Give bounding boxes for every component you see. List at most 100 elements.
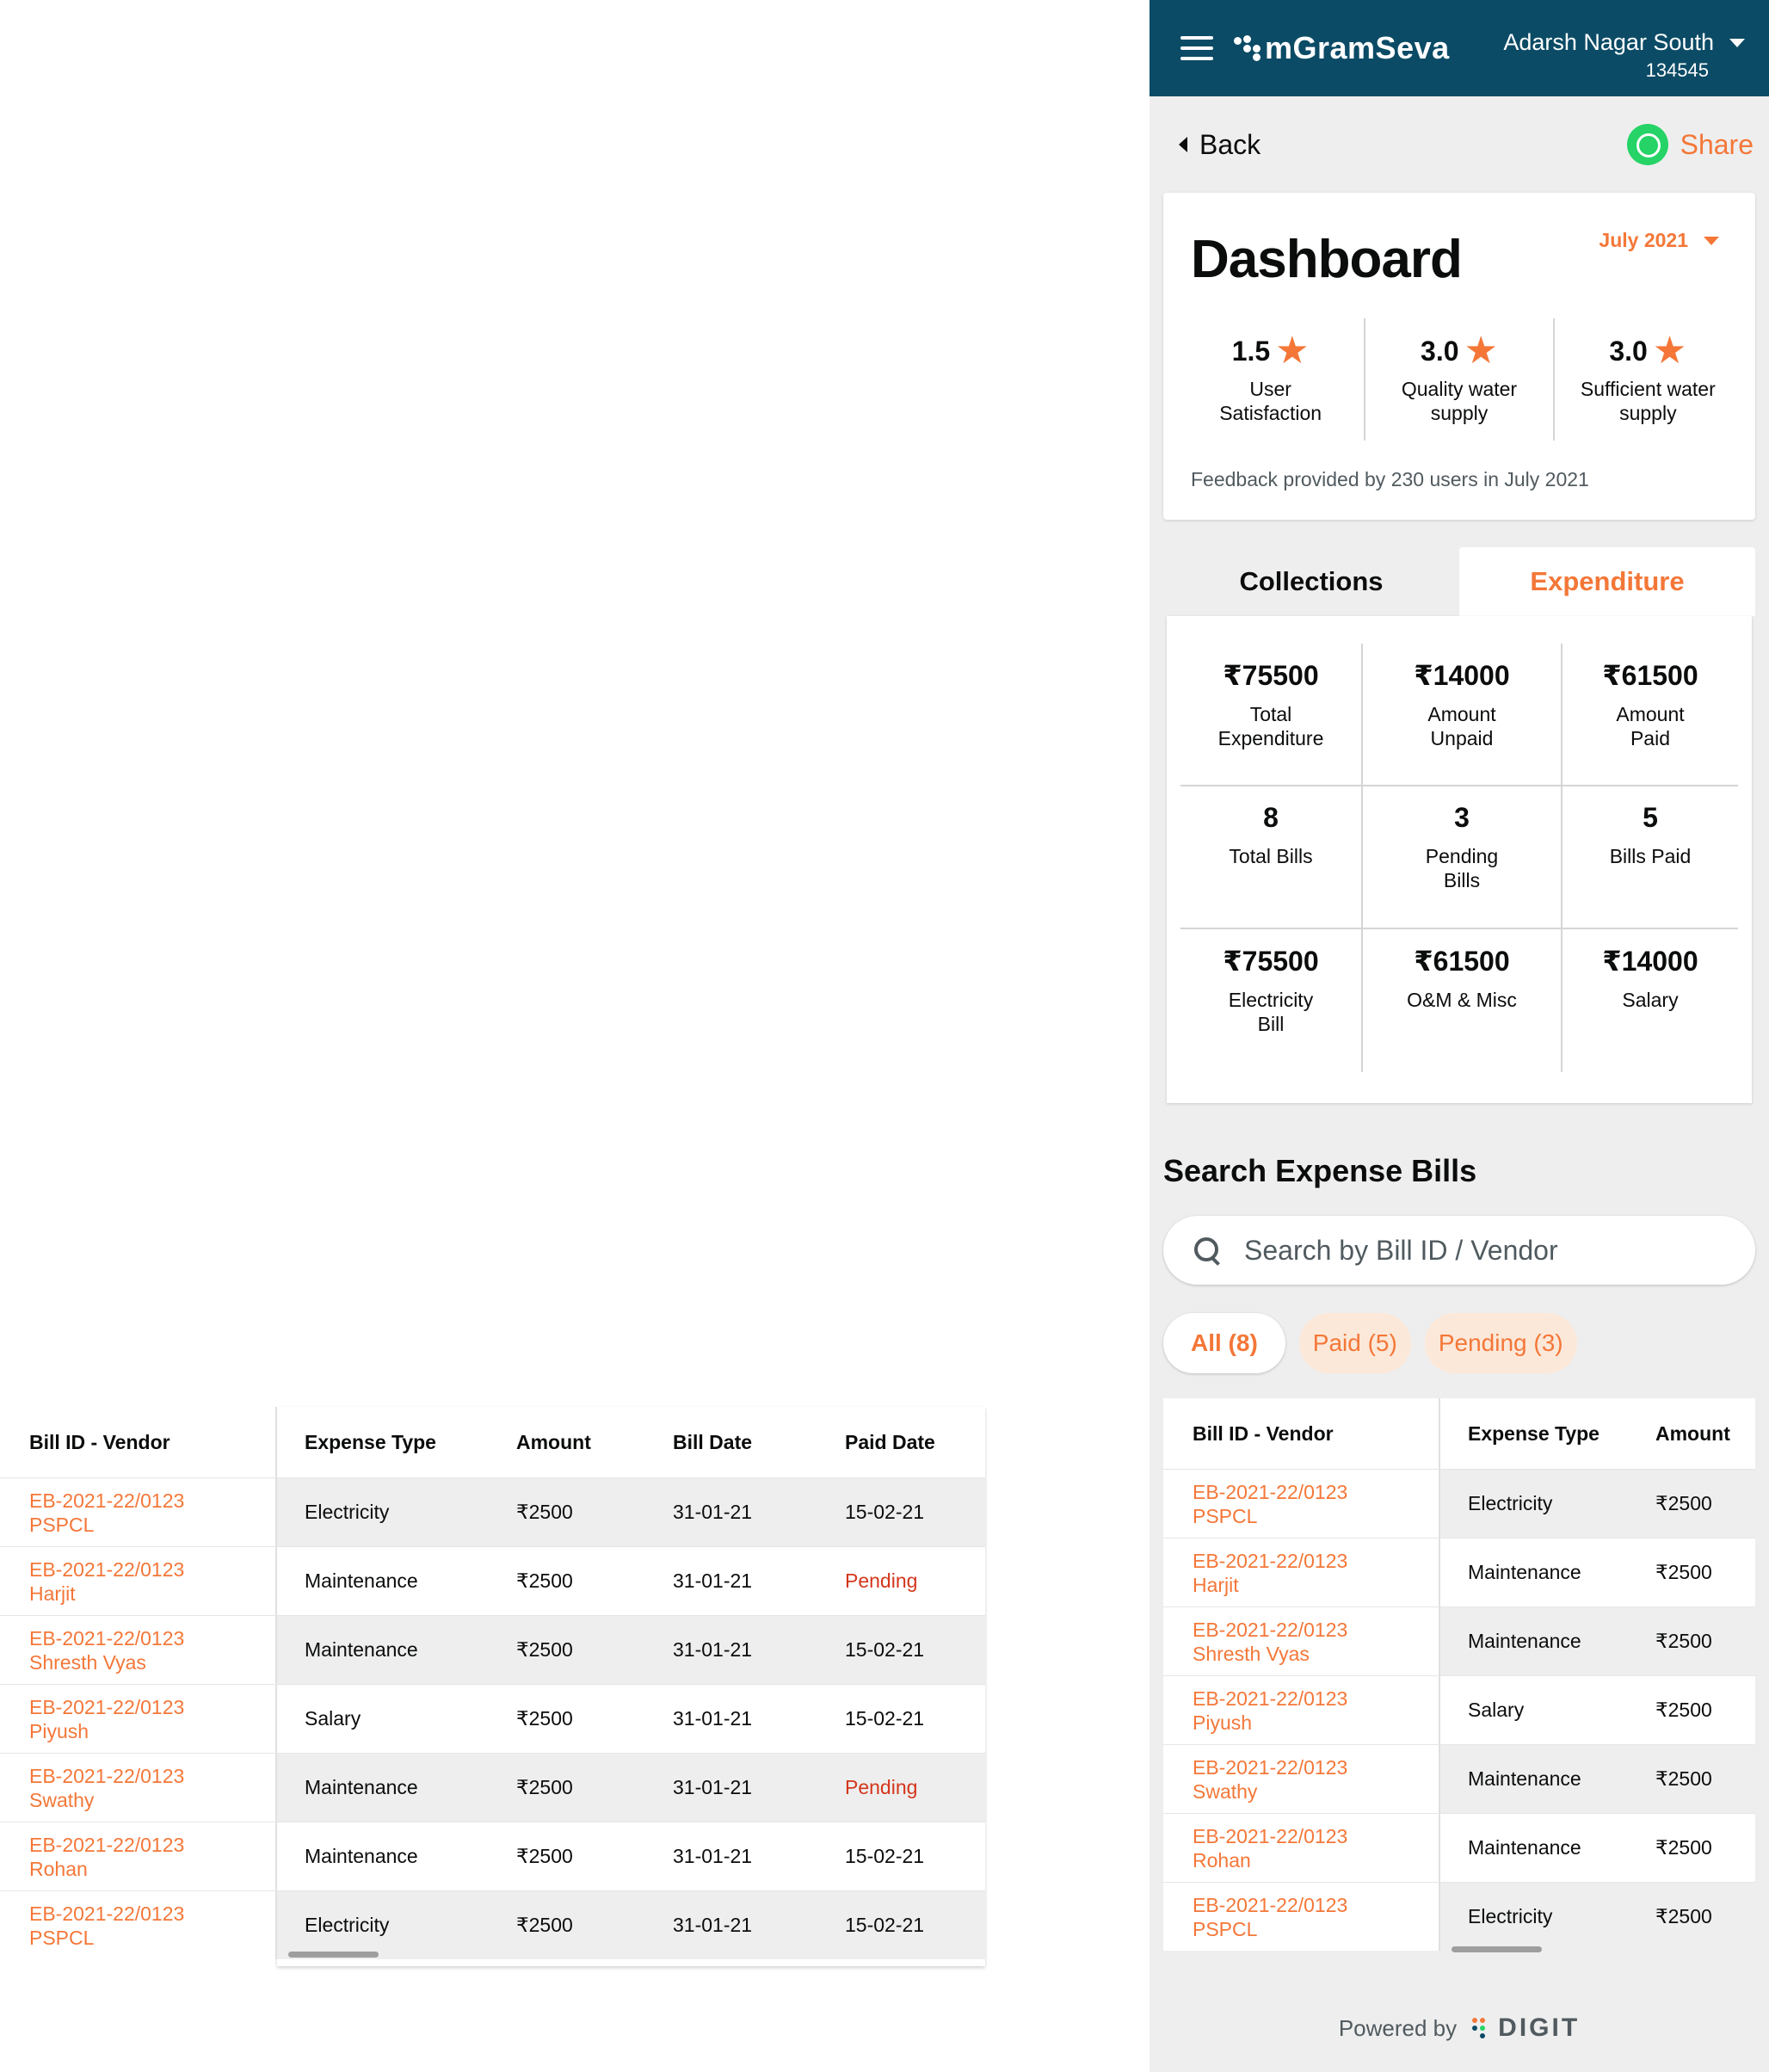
header-expense-type[interactable]: Expense Type xyxy=(277,1431,489,1454)
horizontal-scrollbar[interactable] xyxy=(1452,1946,1542,1952)
bill-date: 31-01-21 xyxy=(673,1845,753,1867)
bill-id-cell[interactable]: EB-2021-22/0123 PSPCL xyxy=(0,1891,277,1959)
bill-id-cell[interactable]: EB-2021-22/0123 PSPCL xyxy=(0,1478,277,1546)
bill-link[interactable]: EB-2021-22/0123 Piyush xyxy=(29,1695,184,1743)
village-name: Adarsh Nagar South xyxy=(1503,29,1714,55)
paid-date-cell: 15-02-21 xyxy=(817,1707,985,1730)
bill-vendor: Shresth Vyas xyxy=(1193,1642,1310,1665)
bill-link[interactable]: EB-2021-22/0123 Shresth Vyas xyxy=(1193,1618,1347,1666)
table-row[interactable]: EB-2021-22/0123 Shresth Vyas Maintenance ₹2… xyxy=(0,1615,985,1684)
search-box[interactable] xyxy=(1163,1216,1755,1285)
table-row[interactable]: EB-2021-22/0123 Rohan Maintenance ₹2500 xyxy=(1163,1813,1755,1882)
table-row[interactable]: EB-2021-22/0123 Swathy Maintenance ₹2500 xyxy=(1163,1744,1755,1813)
header-paid-date[interactable]: Paid Date xyxy=(817,1431,985,1454)
table-row[interactable]: EB-2021-22/0123 Piyush Salary ₹2500 xyxy=(1163,1675,1755,1744)
metric-tile: 5 Bills Paid xyxy=(1563,786,1738,929)
table-row[interactable]: EB-2021-22/0123 Harjit Maintenance ₹2500 31-… xyxy=(0,1546,985,1615)
bill-id-cell[interactable]: EB-2021-22/0123 Piyush xyxy=(0,1685,277,1753)
table-row[interactable]: EB-2021-22/0123 PSPCL Electricity ₹2500 31-0… xyxy=(0,1477,985,1546)
table-row[interactable]: EB-2021-22/0123 Piyush Salary ₹2500 31-01-21… xyxy=(0,1684,985,1753)
bill-link[interactable]: EB-2021-22/0123 Piyush xyxy=(1193,1687,1347,1735)
search-icon xyxy=(1194,1237,1220,1263)
app-logo: mGramSeva xyxy=(1234,30,1450,66)
filter-paid[interactable]: Paid (5) xyxy=(1298,1313,1411,1373)
amount: ₹2500 xyxy=(1655,1836,1712,1859)
expense-type-cell: Electricity xyxy=(277,1501,489,1524)
hamburger-icon[interactable] xyxy=(1180,36,1213,60)
filter-all[interactable]: All (8) xyxy=(1163,1313,1285,1373)
filter-chips: All (8) Paid (5) Pending (3) xyxy=(1163,1313,1577,1373)
table-row[interactable]: EB-2021-22/0123 PSPCL Electricity ₹2500 31-0… xyxy=(0,1890,985,1959)
rating-value-row: 3.0 ★ xyxy=(1365,332,1552,370)
amount-cell: ₹2500 xyxy=(489,1638,645,1662)
search-input[interactable] xyxy=(1244,1234,1726,1267)
bill-link[interactable]: EB-2021-22/0123 PSPCL xyxy=(29,1489,184,1537)
filter-pending[interactable]: Pending (3) xyxy=(1424,1313,1577,1373)
bill-id-cell[interactable]: EB-2021-22/0123 Piyush xyxy=(1163,1676,1440,1744)
bill-id-cell[interactable]: EB-2021-22/0123 Harjit xyxy=(0,1547,277,1615)
bill-id: EB-2021-22/0123 xyxy=(29,1833,185,1856)
bill-id-cell[interactable]: EB-2021-22/0123 Swathy xyxy=(0,1754,277,1822)
whatsapp-icon xyxy=(1626,124,1668,165)
expenditure-grid: ₹75500 Total Expenditure ₹14000 Amount Unpaid… xyxy=(1180,644,1738,1072)
digit-brand: DIGIT xyxy=(1498,2013,1581,2042)
tab-collections[interactable]: Collections xyxy=(1163,547,1459,616)
header-amount[interactable]: Amount xyxy=(1652,1422,1755,1446)
star-icon: ★ xyxy=(1652,330,1687,372)
back-button[interactable]: Back xyxy=(1179,129,1260,161)
chevron-down-icon xyxy=(1729,38,1745,47)
metric-label-line2: Bill xyxy=(1257,1013,1285,1035)
header-bill-id[interactable]: Bill ID - Vendor xyxy=(0,1407,277,1477)
bill-link[interactable]: EB-2021-22/0123 PSPCL xyxy=(1193,1893,1347,1941)
table-row[interactable]: EB-2021-22/0123 Rohan Maintenance ₹2500 31-0… xyxy=(0,1822,985,1890)
bill-link[interactable]: EB-2021-22/0123 Harjit xyxy=(1193,1549,1347,1597)
bill-link[interactable]: EB-2021-22/0123 Rohan xyxy=(1193,1824,1347,1872)
village-selector[interactable]: Adarsh Nagar South 134545 xyxy=(1503,29,1745,82)
bill-id-cell[interactable]: EB-2021-22/0123 Rohan xyxy=(1163,1814,1440,1882)
bill-id-cell[interactable]: EB-2021-22/0123 Shresth Vyas xyxy=(0,1616,277,1684)
table-row[interactable]: EB-2021-22/0123 PSPCL Electricity ₹2500 xyxy=(1163,1882,1755,1951)
metric-label-line1: O&M & Misc xyxy=(1407,989,1517,1011)
bill-link[interactable]: EB-2021-22/0123 Swathy xyxy=(1193,1755,1347,1804)
header-bill-id[interactable]: Bill ID - Vendor xyxy=(1163,1398,1440,1469)
paid-date: 15-02-21 xyxy=(845,1914,925,1936)
bill-link[interactable]: EB-2021-22/0123 Harjit xyxy=(29,1557,184,1606)
back-caret-icon xyxy=(1179,137,1187,152)
bill-id-cell[interactable]: EB-2021-22/0123 PSPCL xyxy=(1163,1470,1440,1538)
tab-expenditure[interactable]: Expenditure xyxy=(1459,547,1755,616)
share-button[interactable]: Share xyxy=(1626,124,1754,165)
amount-cell: ₹2500 xyxy=(1652,1492,1755,1515)
metric-label-line2: Unpaid xyxy=(1430,727,1494,749)
header-bill-date[interactable]: Bill Date xyxy=(645,1431,817,1454)
digit-logo-icon xyxy=(1472,2018,1493,2038)
table-row[interactable]: EB-2021-22/0123 Swathy Maintenance ₹2500 31-… xyxy=(0,1753,985,1822)
amount: ₹2500 xyxy=(1655,1630,1712,1652)
horizontal-scrollbar[interactable] xyxy=(288,1952,379,1958)
bill-link[interactable]: EB-2021-22/0123 Shresth Vyas xyxy=(29,1626,184,1674)
header-amount[interactable]: Amount xyxy=(489,1431,645,1454)
expense-type: Electricity xyxy=(305,1914,390,1936)
amount: ₹2500 xyxy=(516,1845,573,1867)
mobile-expense-table: Bill ID - Vendor Expense Type Amount EB-… xyxy=(1163,1398,1755,1959)
table-row[interactable]: EB-2021-22/0123 Shresth Vyas Maintenance ₹2… xyxy=(1163,1606,1755,1675)
bill-id-cell[interactable]: EB-2021-22/0123 Swathy xyxy=(1163,1745,1440,1813)
bill-date-cell: 31-01-21 xyxy=(645,1707,817,1730)
bill-id-cell[interactable]: EB-2021-22/0123 Shresth Vyas xyxy=(1163,1607,1440,1675)
bill-link[interactable]: EB-2021-22/0123 PSPCL xyxy=(29,1902,184,1950)
bill-id-cell[interactable]: EB-2021-22/0123 Harjit xyxy=(1163,1539,1440,1606)
rating-label: User Satisfaction xyxy=(1177,377,1364,425)
bill-id-cell[interactable]: EB-2021-22/0123 Rohan xyxy=(0,1822,277,1890)
month-selector[interactable]: July 2021 xyxy=(1599,229,1719,252)
table-row[interactable]: EB-2021-22/0123 Harjit Maintenance ₹2500 xyxy=(1163,1538,1755,1606)
bill-date: 31-01-21 xyxy=(673,1501,753,1523)
header-expense-type[interactable]: Expense Type xyxy=(1440,1422,1652,1446)
bill-link[interactable]: EB-2021-22/0123 PSPCL xyxy=(1193,1480,1347,1528)
table-row[interactable]: EB-2021-22/0123 PSPCL Electricity ₹2500 xyxy=(1163,1469,1755,1538)
metric-tile: 3 Pending Bills xyxy=(1363,786,1563,929)
bill-id-cell[interactable]: EB-2021-22/0123 PSPCL xyxy=(1163,1883,1440,1951)
metric-label-line2: Paid xyxy=(1630,727,1671,749)
bill-id: EB-2021-22/0123 xyxy=(1193,1549,1348,1572)
bill-link[interactable]: EB-2021-22/0123 Rohan xyxy=(29,1833,184,1881)
bill-link[interactable]: EB-2021-22/0123 Swathy xyxy=(29,1764,184,1812)
expense-type-cell: Salary xyxy=(1440,1699,1652,1722)
